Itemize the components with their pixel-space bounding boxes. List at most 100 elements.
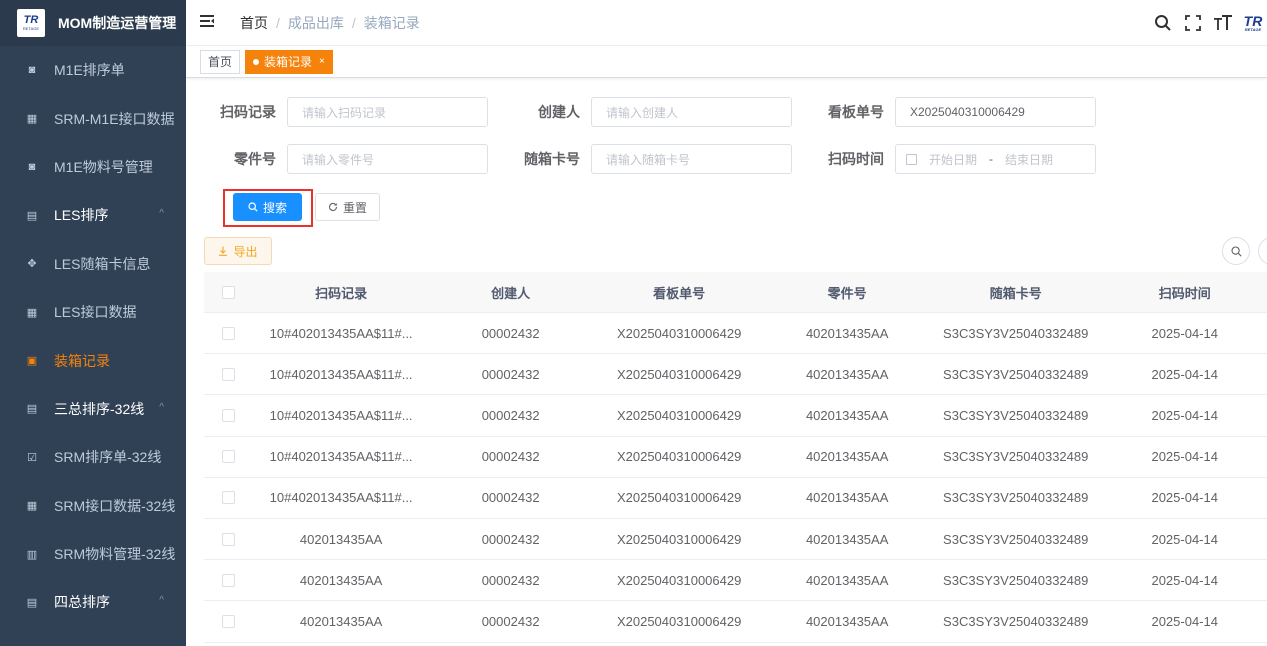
- sidebar-item[interactable]: ▣ 装箱记录: [0, 336, 186, 384]
- row-checkbox[interactable]: [222, 367, 236, 381]
- row-checkbox[interactable]: [222, 532, 236, 546]
- sidebar-item[interactable]: ✥ LES随箱卡信息: [0, 240, 186, 288]
- cell-part-no: 402013435AA: [805, 449, 889, 465]
- col-creator: 创建人: [491, 285, 531, 301]
- kanban-no-label: 看板单号: [828, 104, 884, 120]
- sidebar-item[interactable]: ▤ LES排序 ^: [0, 191, 186, 239]
- scan-time-range[interactable]: 开始日期 - 结束日期: [895, 144, 1096, 174]
- scan-record-input[interactable]: 请输入扫码记录: [287, 97, 488, 127]
- kanban-no-input[interactable]: X2025040310006429: [895, 97, 1096, 127]
- sidebar-item[interactable]: ▦ LES接口数据: [0, 288, 186, 336]
- row-checkbox[interactable]: [222, 408, 236, 422]
- date-separator: -: [989, 152, 994, 166]
- search-button[interactable]: 搜索: [233, 193, 302, 221]
- row-select-cell: [204, 491, 254, 505]
- refresh-icon: [328, 202, 338, 211]
- cell-creator: 00002432: [481, 572, 540, 588]
- sidebar-item[interactable]: ◙ M1E排序单: [0, 46, 186, 94]
- cell-card-no: S3C3SY3V25040332489: [943, 572, 1089, 588]
- sidebar-item-label: SRM接口数据-32线: [54, 497, 176, 514]
- close-icon[interactable]: ×: [319, 56, 325, 67]
- select-all-cell: [204, 285, 254, 299]
- cell-scan-record: 10#402013435AA$11#...: [269, 407, 413, 423]
- table-row[interactable]: 10#402013435AA$11#... 00002432 X2025040310…: [204, 354, 1267, 396]
- cell-card-no: S3C3SY3V25040332489: [943, 490, 1089, 506]
- doc-icon: ◙: [28, 64, 36, 77]
- sidebar-item-label: SRM-M1E接口数据: [54, 110, 175, 127]
- creator-input[interactable]: 请输入创建人: [591, 97, 792, 127]
- user-avatar[interactable]: TR RETAGE: [1239, 9, 1267, 37]
- cell-scan-record: 402013435AA: [299, 572, 383, 588]
- avatar-logo-text: TR: [1243, 12, 1263, 29]
- toggle-search-icon[interactable]: [1222, 237, 1250, 265]
- cell-creator: 00002432: [481, 407, 540, 423]
- sidebar-item-label: LES接口数据: [54, 304, 137, 321]
- cell-scan-time: 2025-04-14: [1151, 490, 1218, 506]
- row-checkbox[interactable]: [222, 326, 236, 340]
- tags-view: 首页 装箱记录 ×: [186, 46, 1267, 78]
- sidebar-item[interactable]: ▥ SRM物料管理-32线: [0, 530, 186, 578]
- creator-label: 创建人: [538, 104, 580, 120]
- breadcrumb-home[interactable]: 首页: [240, 13, 268, 33]
- cell-part-no: 402013435AA: [805, 531, 889, 547]
- calendar-icon: [906, 153, 917, 165]
- table-row[interactable]: 10#402013435AA$11#... 00002432 X2025040310…: [204, 395, 1267, 437]
- part-no-input[interactable]: 请输入零件号: [287, 144, 488, 174]
- company-logo: TR RETAGE: [17, 9, 45, 37]
- cell-kanban-no: X2025040310006429: [616, 572, 742, 588]
- cell-kanban-no: X2025040310006429: [616, 531, 742, 547]
- chevron-up-icon[interactable]: ^: [159, 402, 164, 413]
- tag-home[interactable]: 首页: [200, 49, 241, 74]
- sidebar-item[interactable]: ▦ SRM-M1E接口数据: [0, 94, 186, 142]
- sidebar-item[interactable]: ▦ SRM接口数据-32线: [0, 482, 186, 530]
- sidebar-item-label: M1E物料号管理: [54, 158, 153, 175]
- cell-card-no: S3C3SY3V25040332489: [943, 531, 1089, 547]
- part-no-label: 零件号: [234, 151, 276, 167]
- fullscreen-icon[interactable]: [1179, 9, 1207, 37]
- sidebar-item-label: SRM排序单-32线: [54, 449, 162, 466]
- export-button[interactable]: 导出: [204, 237, 272, 265]
- hamburger-icon[interactable]: [200, 14, 220, 32]
- cell-kanban-no: X2025040310006429: [616, 490, 742, 506]
- packing-record-table: 扫码记录 创建人 看板单号 零件号 随箱卡号 扫码时间 10#402013435…: [204, 272, 1267, 643]
- sidebar: TR RETAGE MOM制造运营管理 ◙ M1E排序单 ▦ SRM-M1E接口数据 ◙…: [0, 0, 186, 646]
- table-row[interactable]: 402013435AA 00002432 X2025040310006429 4020…: [204, 601, 1267, 643]
- sidebar-item[interactable]: ▤ 四总排序 ^: [0, 578, 186, 626]
- chevron-up-icon[interactable]: ^: [159, 595, 164, 606]
- refresh-table-icon[interactable]: [1258, 237, 1267, 265]
- tag-packing-record[interactable]: 装箱记录 ×: [245, 49, 333, 74]
- row-checkbox[interactable]: [222, 614, 236, 628]
- sidebar-item[interactable]: ◙ M1E物料号管理: [0, 143, 186, 191]
- breadcrumb-separator: /: [351, 14, 356, 31]
- row-checkbox[interactable]: [222, 450, 236, 464]
- reset-button-label: 重置: [342, 200, 367, 215]
- card-no-input[interactable]: 请输入随箱卡号: [591, 144, 792, 174]
- font-size-icon[interactable]: [1209, 9, 1237, 37]
- end-date-input[interactable]: 结束日期: [1005, 151, 1053, 168]
- sidebar-item[interactable]: ▤ 三总排序-32线 ^: [0, 385, 186, 433]
- row-checkbox[interactable]: [222, 573, 236, 587]
- app-title: MOM制造运营管理: [58, 15, 177, 31]
- search-icon[interactable]: [1149, 9, 1177, 37]
- form-row-2: 零件号 请输入零件号 随箱卡号 请输入随箱卡号 扫码时间 开始日期 - 结束日期: [207, 144, 1096, 174]
- sidebar-menu: ◙ M1E排序单 ▦ SRM-M1E接口数据 ◙ M1E物料号管理 ▤ LES排序 ^ ✥ LES随…: [0, 46, 186, 627]
- table-row[interactable]: 402013435AA 00002432 X2025040310006429 4020…: [204, 519, 1267, 561]
- cell-scan-time: 2025-04-14: [1151, 613, 1218, 629]
- navbar-tools: TR RETAGE: [1147, 0, 1267, 46]
- table-row[interactable]: 10#402013435AA$11#... 00002432 X2025040310…: [204, 478, 1267, 519]
- avatar-logo-sub: RETAGE: [1244, 26, 1262, 32]
- row-select-cell: [204, 408, 254, 422]
- table-row[interactable]: 402013435AA 00002432 X2025040310006429 4020…: [204, 560, 1267, 602]
- sidebar-item[interactable]: ☑ SRM排序单-32线: [0, 433, 186, 481]
- cell-kanban-no: X2025040310006429: [616, 407, 742, 423]
- start-date-input[interactable]: 开始日期: [929, 151, 977, 168]
- row-select-cell: [204, 367, 254, 381]
- row-checkbox[interactable]: [222, 491, 236, 505]
- cell-part-no: 402013435AA: [805, 613, 889, 629]
- table-row[interactable]: 10#402013435AA$11#... 00002432 X2025040310…: [204, 437, 1267, 478]
- cell-part-no: 402013435AA: [805, 366, 889, 382]
- chevron-up-icon[interactable]: ^: [159, 208, 164, 219]
- table-row[interactable]: 10#402013435AA$11#... 00002432 X2025040310…: [204, 313, 1267, 355]
- select-all-checkbox[interactable]: [222, 285, 236, 299]
- reset-button[interactable]: 重置: [315, 193, 380, 221]
